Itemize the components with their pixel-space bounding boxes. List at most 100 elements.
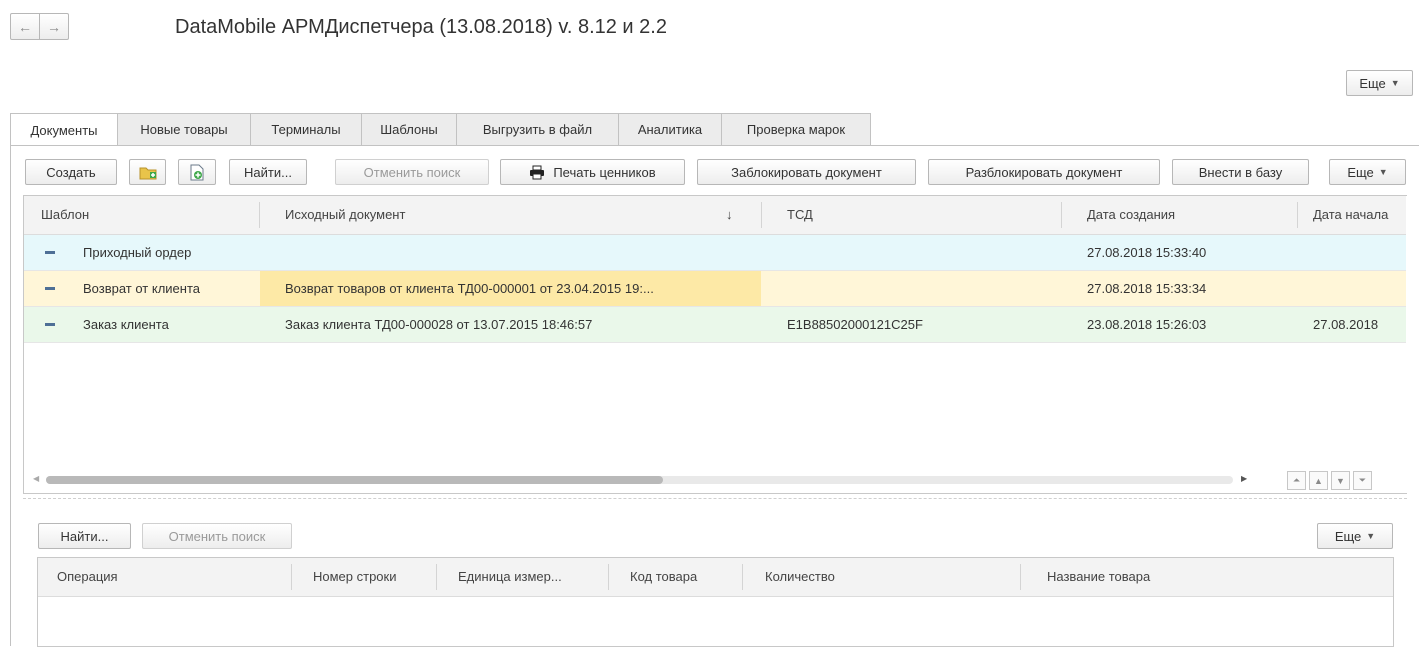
- table-row[interactable]: Приходный ордер 27.08.2018 15:33:40: [24, 235, 1406, 271]
- more-label: Еще: [1347, 164, 1374, 180]
- cell-source: Заказ клиента ТД00-000028 от 13.07.2015 …: [285, 317, 593, 332]
- cell-start: 27.08.2018: [1313, 317, 1379, 332]
- form-more-button[interactable]: Еще ▼: [1346, 70, 1413, 96]
- col-divider: [436, 564, 437, 590]
- scroll-to-top-icon: ⏶: [1292, 475, 1301, 485]
- table-row[interactable]: Заказ клиента Заказ клиента ТД00-000028 …: [24, 307, 1406, 343]
- scrollbar-thumb[interactable]: [46, 476, 663, 484]
- lock-label: Заблокировать документ: [731, 164, 882, 180]
- col-divider: [1061, 202, 1062, 228]
- tab-export-file[interactable]: Выгрузить в файл: [456, 113, 619, 145]
- tab-terminals[interactable]: Терминалы: [250, 113, 362, 145]
- scroll-down-icon: ▼: [1336, 475, 1345, 486]
- back-button[interactable]: ←: [10, 13, 40, 40]
- chevron-down-icon: ▼: [1390, 78, 1400, 88]
- scroll-up-icon: ▲: [1314, 475, 1323, 486]
- cancel-search-label: Отменить поиск: [168, 528, 266, 544]
- sort-desc-icon: ↓: [726, 207, 733, 222]
- create-folder-button[interactable]: [129, 159, 166, 185]
- col-created-date[interactable]: Дата создания: [1087, 196, 1175, 234]
- col-divider: [742, 564, 743, 590]
- document-add-icon: [190, 164, 204, 180]
- scroll-to-bottom-icon: ⏷: [1358, 475, 1367, 485]
- more-label: Еще: [1334, 528, 1362, 544]
- item-marker-icon: [45, 323, 55, 326]
- arrow-right-icon: →: [47, 18, 61, 35]
- cell-created: 27.08.2018 15:33:34: [1087, 281, 1207, 296]
- tab-label: Проверка марок: [746, 122, 846, 137]
- col-divider: [291, 564, 292, 590]
- more-label: Еще: [1359, 75, 1386, 91]
- copy-button[interactable]: [178, 159, 216, 185]
- item-marker-icon: [45, 251, 55, 254]
- col-quantity[interactable]: Количество: [765, 558, 835, 596]
- col-tsd[interactable]: ТСД: [787, 196, 813, 234]
- scroll-bottom-button[interactable]: ⏷: [1353, 471, 1372, 490]
- unlock-document-button[interactable]: Разблокировать документ: [928, 159, 1160, 185]
- page-title: DataMobile АРМДиспетчера (13.08.2018) v.…: [175, 16, 667, 38]
- chevron-down-icon: ▼: [1366, 531, 1376, 541]
- lower-find-button[interactable]: Найти...: [38, 523, 131, 549]
- find-label: Найти...: [60, 528, 109, 544]
- find-button[interactable]: Найти...: [229, 159, 307, 185]
- tab-label: Выгрузить в файл: [482, 122, 593, 137]
- arrow-left-icon: ←: [18, 18, 32, 35]
- tab-templates[interactable]: Шаблоны: [361, 113, 457, 145]
- tab-label: Шаблоны: [380, 122, 438, 137]
- scroll-up-button[interactable]: ▲: [1309, 471, 1328, 490]
- scroll-top-button[interactable]: ⏶: [1287, 471, 1306, 490]
- item-marker-icon: [45, 287, 55, 290]
- tab-documents[interactable]: Документы: [10, 113, 118, 146]
- tab-check-marks[interactable]: Проверка марок: [721, 113, 871, 145]
- table-row[interactable]: Возврат от клиента Возврат товаров от кл…: [24, 271, 1406, 307]
- col-divider: [761, 202, 762, 228]
- tab-label: Документы: [30, 122, 98, 138]
- nav-buttons: ← →: [10, 13, 112, 41]
- col-divider: [608, 564, 609, 590]
- col-unit[interactable]: Единица измер...: [458, 558, 562, 596]
- lock-document-button[interactable]: Заблокировать документ: [697, 159, 916, 185]
- chevron-down-icon: ▼: [1378, 167, 1388, 177]
- create-label: Создать: [46, 164, 96, 180]
- col-line-number[interactable]: Номер строки: [313, 558, 397, 596]
- printer-icon: [530, 165, 545, 179]
- col-divider: [259, 202, 260, 228]
- lower-more-button[interactable]: Еще ▼: [1317, 523, 1393, 549]
- add-to-base-button[interactable]: Внести в базу: [1172, 159, 1309, 185]
- tab-analytics[interactable]: Аналитика: [618, 113, 722, 145]
- col-product-code[interactable]: Код товара: [630, 558, 697, 596]
- col-template[interactable]: Шаблон: [41, 196, 89, 234]
- col-divider: [1297, 202, 1298, 228]
- tab-label: Терминалы: [271, 122, 341, 137]
- create-button[interactable]: Создать: [25, 159, 117, 185]
- col-divider: [1020, 564, 1021, 590]
- splitter[interactable]: [23, 498, 1407, 499]
- scroll-right-icon[interactable]: ▶: [1241, 474, 1247, 483]
- tab-label: Аналитика: [637, 122, 703, 137]
- col-operation[interactable]: Операция: [57, 558, 118, 596]
- tab-new-goods[interactable]: Новые товары: [117, 113, 251, 145]
- cell-source-text: Возврат товаров от клиента ТД00-000001 о…: [285, 281, 654, 296]
- print-prices-button[interactable]: Печать ценников: [500, 159, 685, 185]
- horizontal-scrollbar[interactable]: [46, 476, 1233, 484]
- scroll-left-icon[interactable]: ◀: [33, 474, 39, 483]
- cancel-search-button[interactable]: Отменить поиск: [335, 159, 489, 185]
- cell-created: 23.08.2018 15:26:03: [1087, 317, 1207, 332]
- toolbar-more-button[interactable]: Еще ▼: [1329, 159, 1406, 185]
- cell-created: 27.08.2018 15:33:40: [1087, 245, 1207, 260]
- cell-tsd: E1B88502000121C25F: [787, 317, 923, 332]
- cancel-search-label: Отменить поиск: [363, 164, 461, 180]
- forward-button[interactable]: →: [39, 13, 69, 40]
- col-product-name[interactable]: Название товара: [1047, 558, 1150, 596]
- cell-template: Заказ клиента: [83, 317, 169, 332]
- print-prices-label: Печать ценников: [553, 164, 656, 180]
- col-start-date[interactable]: Дата начала: [1313, 196, 1406, 234]
- scroll-down-button[interactable]: ▼: [1331, 471, 1350, 490]
- lower-cancel-search-button[interactable]: Отменить поиск: [142, 523, 292, 549]
- grid-header: Шаблон Исходный документ ↓ ТСД Дата созд…: [24, 196, 1406, 235]
- to-base-label: Внести в базу: [1198, 164, 1283, 180]
- tab-label: Новые товары: [140, 122, 228, 137]
- cell-template: Приходный ордер: [83, 245, 192, 260]
- find-label: Найти...: [244, 164, 292, 180]
- col-source-doc[interactable]: Исходный документ: [285, 196, 405, 234]
